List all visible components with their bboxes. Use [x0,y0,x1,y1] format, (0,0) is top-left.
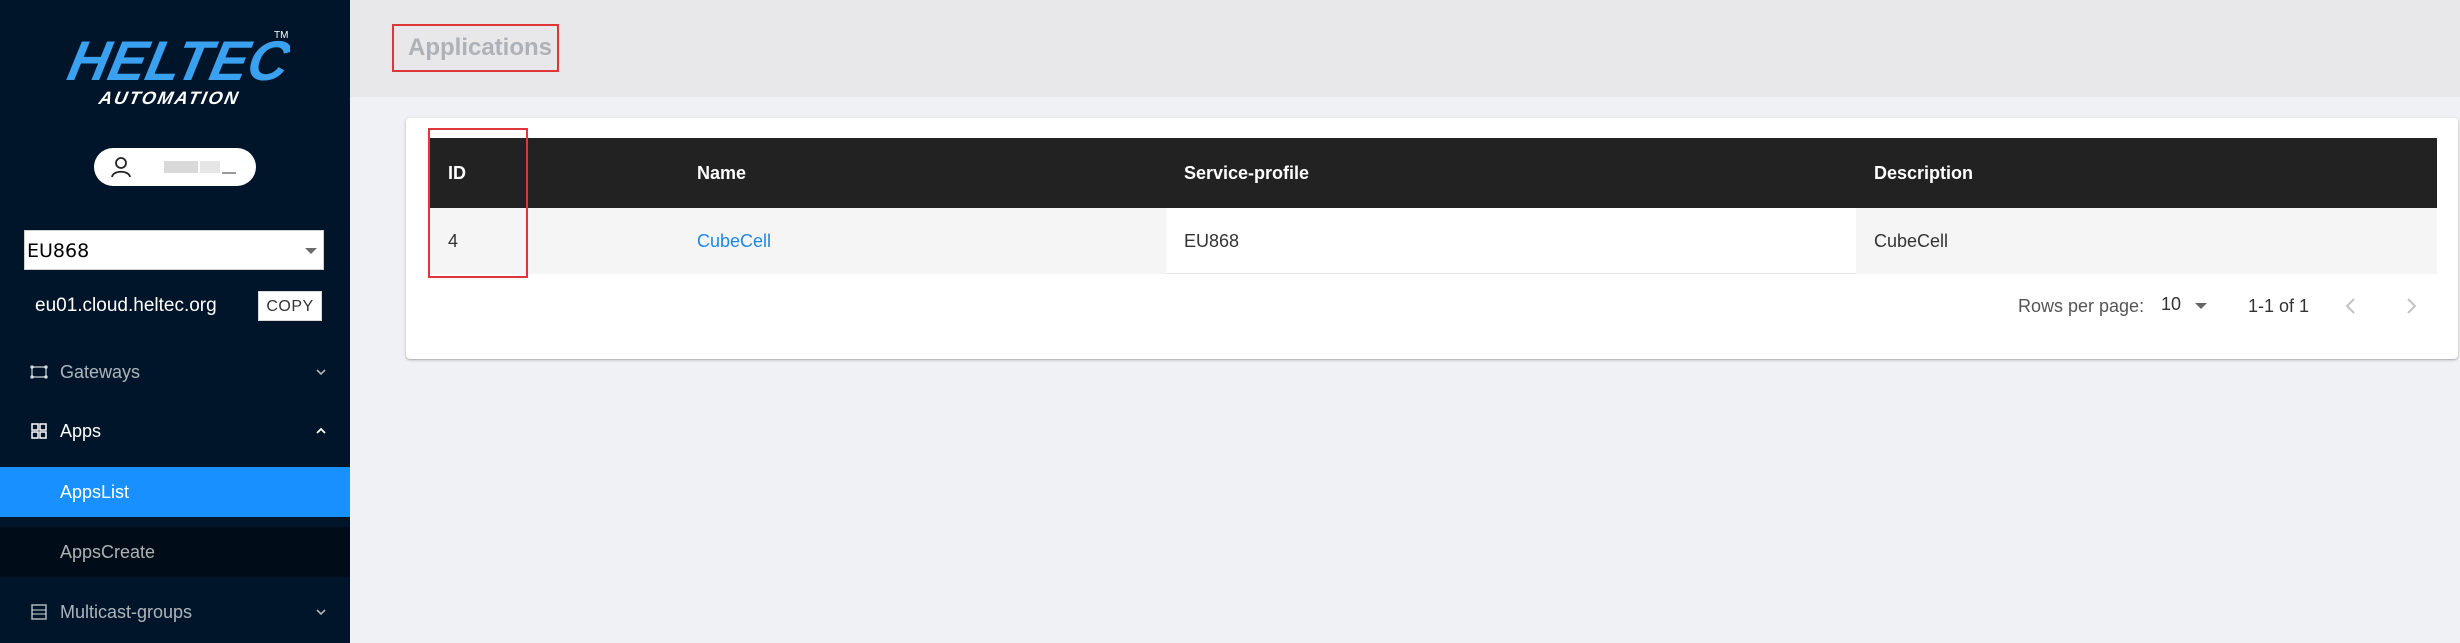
region-select[interactable]: EU868 [24,230,324,270]
column-header-name[interactable]: Name [697,138,746,208]
cell-service-profile: EU868 [1184,231,1240,251]
chevron-down-icon [2195,303,2207,309]
logo-subtext: AUTOMATION [96,88,241,108]
cell-description: CubeCell [1874,231,1949,251]
column-header-service-profile[interactable]: Service-profile [1184,138,1309,208]
logo-trademark: TM [274,30,288,41]
nav-label-apps: Apps [60,421,102,441]
chevron-left-icon[interactable] [2342,296,2360,316]
chevron-down-icon [316,369,326,376]
nav-item-multicast-groups[interactable]: Multicast-groups [0,587,350,637]
heltec-logo[interactable]: HELTEC AUTOMATION TM [58,20,290,112]
server-url: eu01.cloud.heltec.org [35,295,217,316]
chevron-down-icon [316,609,326,616]
table-header: ID Name Service-profile Description [428,138,2437,208]
nav-label-appslist: AppsList [60,482,130,502]
multicast-icon [31,604,47,620]
user-icon [111,157,131,178]
applications-card: ID Name Service-profile Description 4 Cu… [406,118,2458,359]
nav-item-appslist[interactable]: AppsList [0,467,350,517]
chevron-right-icon[interactable] [2402,296,2420,316]
sidebar: HELTEC AUTOMATION TM EU868 eu01.cloud.he… [0,0,350,643]
chevron-down-icon [305,248,317,254]
page-header: Applications [350,0,2460,97]
page-title: Applications [392,24,559,72]
table-pagination: Rows per page: 10 1-1 of 1 [428,274,2437,340]
rows-per-page-value: 10 [2161,294,2182,314]
rows-per-page-label: Rows per page: [2018,296,2145,316]
id-column-highlight-box [428,128,528,278]
nav-item-appscreate[interactable]: AppsCreate [0,527,350,577]
user-account-pill[interactable] [94,148,256,186]
table-row[interactable]: 4 CubeCell EU868 CubeCell [428,208,2437,274]
apps-grid-icon [31,423,47,439]
gateway-icon [30,365,48,379]
copy-button[interactable]: COPY [258,291,322,321]
cell-name-link[interactable]: CubeCell [697,208,771,274]
logo-text: HELTEC [63,30,290,92]
nav-label-multicast-groups: Multicast-groups [60,602,193,622]
user-name-redacted [164,158,236,176]
nav-item-gateways[interactable]: Gateways [0,347,350,397]
nav-label-appscreate: AppsCreate [60,542,156,562]
pagination-range: 1-1 of 1 [2248,296,2310,316]
region-select-value: EU868 [27,240,90,262]
nav-item-apps[interactable]: Apps [0,406,350,456]
rows-per-page-select[interactable]: 10 [2161,294,2211,318]
chevron-up-icon [316,427,326,434]
column-header-description[interactable]: Description [1874,138,1973,208]
nav-label-gateways: Gateways [60,362,141,382]
